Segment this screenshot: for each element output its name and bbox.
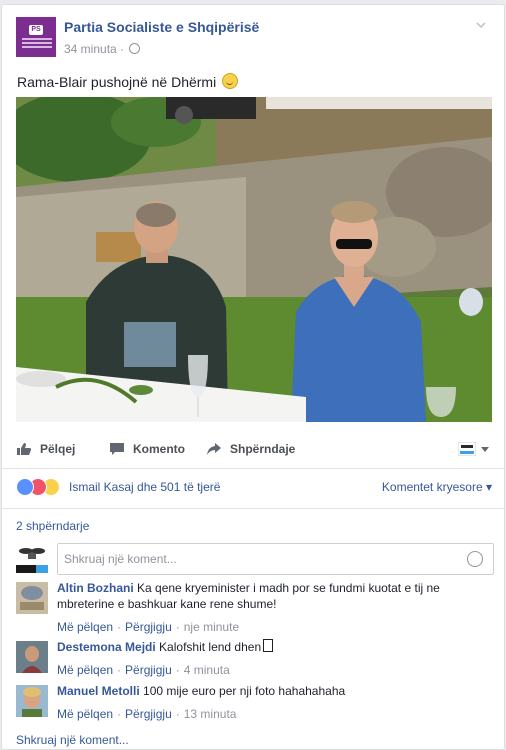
photo-illustration — [16, 97, 492, 422]
comment-author[interactable]: Altin Bozhani — [57, 581, 134, 595]
post-text: Rama-Blair pushojnë në Dhërmi — [17, 73, 239, 90]
post-time[interactable]: 34 minuta — [64, 42, 117, 56]
comment-like-link[interactable]: Më pëlqen — [57, 707, 113, 721]
share-button[interactable]: Shpërndaje — [206, 437, 295, 461]
share-label: Shpërndaje — [230, 442, 296, 456]
comment-author[interactable]: Destemona Mejdi — [57, 640, 156, 654]
smile-emoji-icon — [222, 73, 239, 89]
comment-time[interactable]: 4 minuta — [184, 663, 230, 677]
comment-item: Altin Bozhani Ka qene kryeminister i mad… — [16, 580, 496, 640]
comment-reply-link[interactable]: Përgjigju — [125, 707, 172, 721]
comment-button[interactable]: Komento — [109, 437, 185, 461]
comment-reply-link[interactable]: Përgjigju — [125, 620, 172, 634]
unknown-glyph-icon — [263, 639, 274, 652]
comment-text: 100 mije euro per nji foto hahahahaha — [143, 684, 346, 698]
meta-separator: · — [120, 42, 125, 56]
globe-icon — [129, 43, 141, 54]
top-comments-label: Komentet kryesore — [381, 480, 483, 494]
write-comment-link[interactable]: Shkruaj një koment... — [16, 733, 129, 747]
comment-reply-link[interactable]: Përgjigju — [125, 663, 172, 677]
like-icon[interactable] — [16, 478, 34, 496]
chevron-down-icon[interactable] — [476, 20, 486, 30]
dronii-avatar-icon — [458, 442, 476, 456]
comment-author[interactable]: Manuel Metolli — [57, 684, 140, 698]
ps-logo-icon: PS — [29, 25, 43, 35]
avatar[interactable] — [16, 641, 48, 673]
reactions-divider — [2, 508, 504, 509]
comment-body: Altin Bozhani Ka qene kryeminister i mad… — [57, 580, 477, 612]
avatar-image — [16, 582, 48, 614]
share-arrow-icon — [207, 443, 221, 455]
post-header: PS Partia Socialiste e Shqipërisë 34 min… — [16, 17, 488, 59]
comment-actions: Më pëlqen · Përgjigju · 13 minuta — [57, 707, 237, 721]
caret-down-icon: ▾ — [485, 480, 492, 494]
page-name-link[interactable]: Partia Socialiste e Shqipërisë — [64, 19, 259, 35]
dronii-logo-icon — [16, 543, 48, 575]
shares-link[interactable]: 2 shpërndarje — [16, 519, 89, 533]
comment-text: Kalofshit lend dhen — [159, 640, 262, 654]
like-button[interactable]: Pëlqej — [16, 437, 75, 461]
comment-item: Destemona Mejdi Kalofshit lend dhen Më p… — [16, 639, 496, 679]
post-meta: 34 minuta · — [64, 42, 141, 56]
avatar-image — [16, 641, 48, 673]
thumbs-up-icon — [17, 443, 31, 455]
avatar[interactable] — [16, 685, 48, 717]
caret-down-icon — [481, 447, 489, 452]
avatar-image — [16, 685, 48, 717]
reactions-summary[interactable]: Ismail Kasaj dhe 501 të tjerë — [69, 480, 220, 494]
comment-composer[interactable] — [57, 543, 494, 575]
post-text-content: Rama-Blair pushojnë në Dhërmi — [17, 74, 217, 90]
comment-like-link[interactable]: Më pëlqen — [57, 620, 113, 634]
comment-icon — [110, 443, 124, 455]
comment-actions: Më pëlqen · Përgjigju · nje minute — [57, 620, 240, 634]
page-avatar[interactable]: PS — [16, 17, 56, 57]
comment-body: Manuel Metolli 100 mije euro per nji fot… — [57, 683, 477, 699]
emoji-picker-icon[interactable] — [467, 551, 483, 567]
comment-like-link[interactable]: Më pëlqen — [57, 663, 113, 677]
post-actions: Pëlqej Komento Shpërndaje — [16, 437, 490, 463]
comment-body: Destemona Mejdi Kalofshit lend dhen — [57, 639, 477, 655]
top-comments-dropdown[interactable]: Komentet kryesore ▾ — [382, 480, 492, 494]
post-card: PS Partia Socialiste e Shqipërisë 34 min… — [1, 4, 505, 750]
composer-avatar — [16, 543, 48, 575]
avatar[interactable] — [16, 582, 48, 614]
comment-input[interactable] — [64, 552, 454, 566]
logo-text-lines — [22, 38, 52, 40]
comment-time[interactable]: 13 minuta — [184, 707, 237, 721]
post-photo[interactable] — [16, 97, 492, 422]
like-label: Pëlqej — [40, 442, 76, 456]
comment-item: Manuel Metolli 100 mije euro per nji fot… — [16, 683, 496, 723]
actions-divider — [2, 468, 504, 469]
reactions-row: Ismail Kasaj dhe 501 të tjerë Komentet k… — [16, 478, 492, 498]
comment-time[interactable]: nje minute — [184, 620, 239, 634]
comment-actions: Më pëlqen · Përgjigju · 4 minuta — [57, 663, 230, 677]
post-as-selector[interactable] — [458, 437, 490, 461]
comment-label: Komento — [133, 442, 185, 456]
